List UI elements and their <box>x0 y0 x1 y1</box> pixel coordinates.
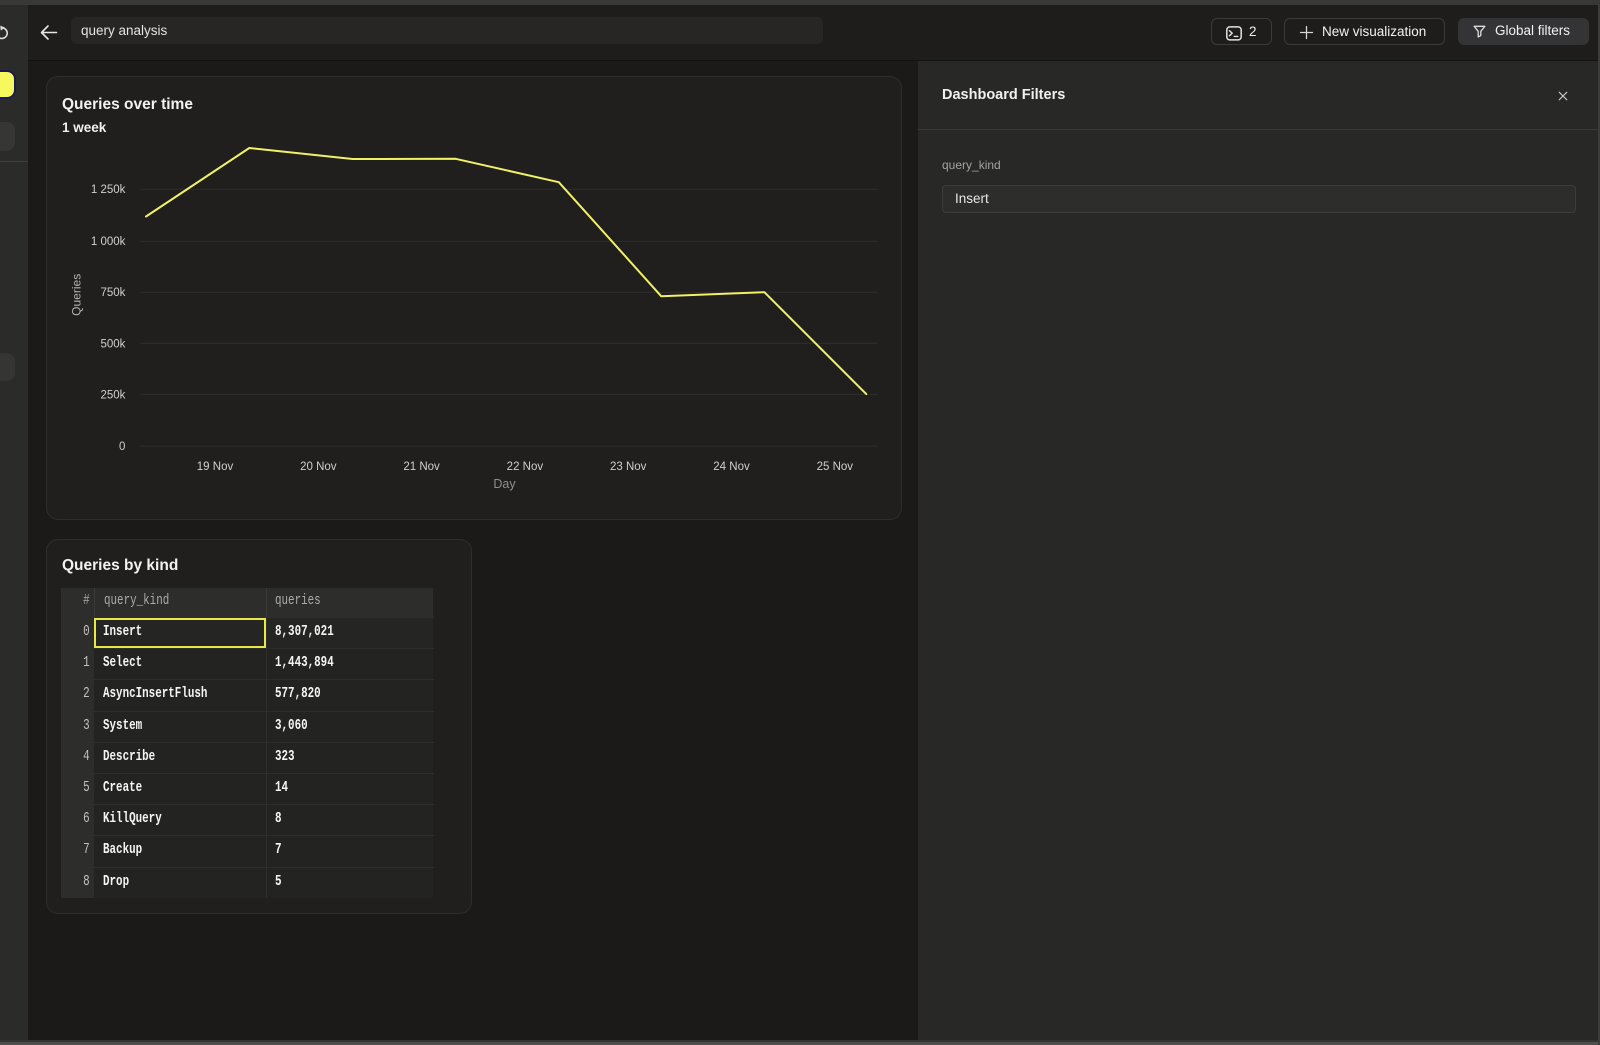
svg-text:Queries over time: Queries over time <box>62 96 193 113</box>
svg-text:21 Nov: 21 Nov <box>403 461 440 473</box>
svg-text:0: 0 <box>119 441 125 453</box>
svg-text:20 Nov: 20 Nov <box>300 461 337 473</box>
svg-text:750k: 750k <box>100 287 125 299</box>
svg-text:1 000k: 1 000k <box>91 236 126 248</box>
svg-text:Queries: Queries <box>70 274 84 316</box>
svg-text:1 250k: 1 250k <box>91 184 126 196</box>
svg-text:500k: 500k <box>100 338 125 350</box>
svg-text:1 week: 1 week <box>62 120 107 135</box>
svg-text:22 Nov: 22 Nov <box>507 461 544 473</box>
svg-text:25 Nov: 25 Nov <box>817 461 854 473</box>
svg-text:19 Nov: 19 Nov <box>197 461 234 473</box>
svg-text:Day: Day <box>493 477 516 491</box>
svg-text:23 Nov: 23 Nov <box>610 461 647 473</box>
svg-text:250k: 250k <box>100 389 125 401</box>
svg-text:24 Nov: 24 Nov <box>713 461 750 473</box>
